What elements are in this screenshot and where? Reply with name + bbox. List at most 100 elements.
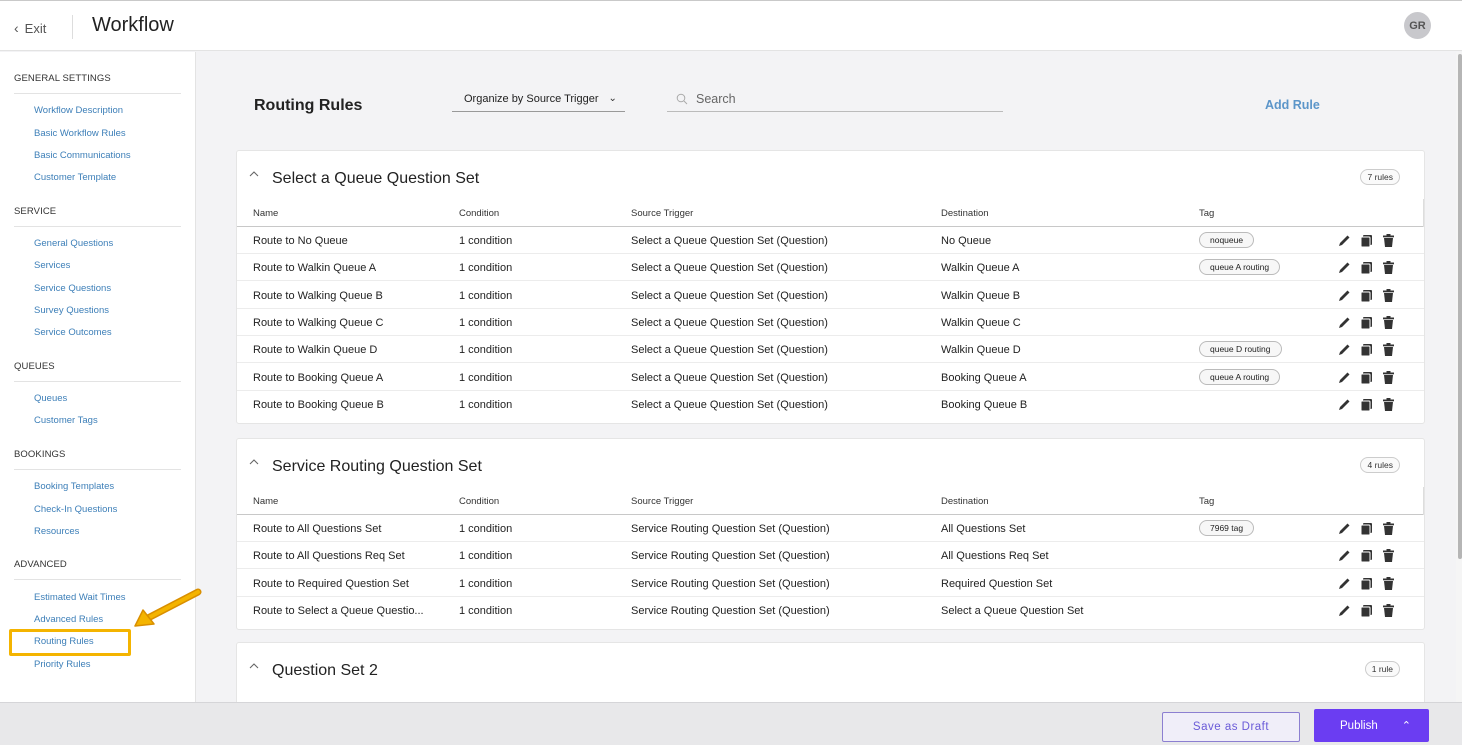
sidebar-item-service-questions[interactable]: Service Questions [34, 283, 111, 294]
trash-icon[interactable] [1381, 233, 1396, 248]
organize-label: Organize by Source Trigger [464, 93, 599, 105]
add-rule-button[interactable]: Add Rule [1265, 98, 1320, 112]
sidebar-item-customer-tags[interactable]: Customer Tags [34, 415, 98, 426]
trash-icon[interactable] [1381, 576, 1396, 591]
edit-icon[interactable] [1337, 315, 1352, 330]
edit-icon[interactable] [1337, 603, 1352, 618]
edit-icon[interactable] [1337, 260, 1352, 275]
divider [1423, 487, 1424, 515]
edit-icon[interactable] [1337, 548, 1352, 563]
edit-icon[interactable] [1337, 397, 1352, 412]
chevron-up-icon[interactable] [249, 169, 259, 179]
rule-destination: Walkin Queue A [941, 262, 1020, 275]
table-row[interactable]: Route to No Queue 1 condition Select a Q… [237, 227, 1424, 254]
trash-icon[interactable] [1381, 603, 1396, 618]
avatar[interactable]: GR [1404, 12, 1431, 39]
edit-icon[interactable] [1337, 233, 1352, 248]
copy-icon[interactable] [1359, 315, 1374, 330]
sidebar-item-survey-questions[interactable]: Survey Questions [34, 305, 109, 316]
table-row[interactable]: Route to Booking Queue B 1 condition Sel… [237, 391, 1424, 418]
table-row[interactable]: Route to Walking Queue B 1 condition Sel… [237, 282, 1424, 309]
rule-name[interactable]: Route to Walking Queue C [253, 317, 383, 329]
rule-name[interactable]: Route to All Questions Set [253, 523, 381, 535]
trash-icon[interactable] [1381, 288, 1396, 303]
copy-icon[interactable] [1359, 576, 1374, 591]
table-row[interactable]: Route to Walkin Queue A 1 condition Sele… [237, 254, 1424, 282]
sidebar-item-basic-communications[interactable]: Basic Communications [34, 150, 131, 161]
trash-icon[interactable] [1381, 342, 1396, 357]
rule-name[interactable]: Route to Select a Queue Questio... [253, 605, 424, 617]
table-row[interactable]: Route to Walking Queue C 1 condition Sel… [237, 309, 1424, 336]
chevron-up-icon[interactable]: ⌃ [1402, 719, 1411, 732]
table-row[interactable]: Route to Select a Queue Questio... 1 con… [237, 597, 1424, 624]
sidebar-heading-general: GENERAL SETTINGS [14, 73, 111, 84]
exit-button[interactable]: ‹ Exit [14, 20, 46, 36]
main-content: Routing Rules Organize by Source Trigger… [197, 52, 1456, 702]
sidebar-heading-service: SERVICE [14, 206, 57, 217]
trash-icon[interactable] [1381, 397, 1396, 412]
sidebar-item-basic-workflow-rules[interactable]: Basic Workflow Rules [34, 128, 126, 139]
search-field[interactable]: Search [667, 87, 1003, 112]
sidebar-item-services[interactable]: Services [34, 260, 70, 271]
sidebar-item-check-in-questions[interactable]: Check-In Questions [34, 504, 117, 515]
table-row[interactable]: Route to Booking Queue A 1 condition Sel… [237, 364, 1424, 391]
page-title: Workflow [92, 14, 174, 36]
trash-icon[interactable] [1381, 521, 1396, 536]
table-row[interactable]: Route to All Questions Req Set 1 conditi… [237, 542, 1424, 570]
table-row[interactable]: Route to Walkin Queue D 1 condition Sele… [237, 336, 1424, 364]
rule-name[interactable]: Route to No Queue [253, 235, 348, 247]
copy-icon[interactable] [1359, 548, 1374, 563]
column-header-source-trigger: Source Trigger [631, 208, 694, 219]
copy-icon[interactable] [1359, 521, 1374, 536]
sidebar-item-service-outcomes[interactable]: Service Outcomes [34, 327, 112, 338]
rule-name[interactable]: Route to Required Question Set [253, 578, 409, 590]
publish-button[interactable]: Publish ⌃ [1314, 709, 1429, 742]
rule-destination: All Questions Set [941, 523, 1026, 535]
search-icon [676, 93, 688, 105]
sidebar-item-general-questions[interactable]: General Questions [34, 238, 113, 249]
copy-icon[interactable] [1359, 397, 1374, 412]
edit-icon[interactable] [1337, 370, 1352, 385]
sidebar-item-advanced-rules[interactable]: Advanced Rules [34, 614, 103, 625]
rule-name[interactable]: Route to Walkin Queue A [253, 262, 376, 274]
copy-icon[interactable] [1359, 342, 1374, 357]
trash-icon[interactable] [1381, 548, 1396, 563]
table-row[interactable]: Route to Required Question Set 1 conditi… [237, 570, 1424, 597]
row-actions [1337, 233, 1396, 248]
copy-icon[interactable] [1359, 260, 1374, 275]
rule-name[interactable]: Route to All Questions Req Set [253, 550, 405, 562]
rule-name[interactable]: Route to Booking Queue A [253, 372, 383, 384]
sidebar-item-resources[interactable]: Resources [34, 526, 79, 537]
table-row[interactable]: Route to All Questions Set 1 condition S… [237, 515, 1424, 542]
trash-icon[interactable] [1381, 260, 1396, 275]
chevron-up-icon[interactable] [249, 457, 259, 467]
edit-icon[interactable] [1337, 342, 1352, 357]
trash-icon[interactable] [1381, 315, 1396, 330]
edit-icon[interactable] [1337, 576, 1352, 591]
rule-source-trigger: Select a Queue Question Set (Question) [631, 316, 828, 329]
sidebar-item-workflow-description[interactable]: Workflow Description [34, 105, 123, 116]
copy-icon[interactable] [1359, 603, 1374, 618]
scrollbar-thumb[interactable] [1458, 54, 1462, 559]
search-input[interactable]: Search [696, 92, 736, 106]
copy-icon[interactable] [1359, 370, 1374, 385]
rule-name[interactable]: Route to Booking Queue B [253, 399, 384, 411]
edit-icon[interactable] [1337, 521, 1352, 536]
save-draft-button[interactable]: Save as Draft [1162, 712, 1300, 742]
chevron-up-icon[interactable] [249, 661, 259, 671]
sidebar-item-customer-template[interactable]: Customer Template [34, 172, 116, 183]
rule-name[interactable]: Route to Walkin Queue D [253, 344, 377, 356]
copy-icon[interactable] [1359, 233, 1374, 248]
organize-dropdown[interactable]: Organize by Source Trigger ⌄ [452, 89, 625, 112]
sidebar-item-booking-templates[interactable]: Booking Templates [34, 481, 114, 492]
rule-source-trigger: Service Routing Question Set (Question) [631, 523, 830, 535]
sidebar-item-priority-rules[interactable]: Priority Rules [34, 659, 91, 670]
trash-icon[interactable] [1381, 370, 1396, 385]
sidebar-item-estimated-wait-times[interactable]: Estimated Wait Times [34, 592, 126, 603]
rule-name[interactable]: Route to Walking Queue B [253, 290, 383, 302]
sidebar-item-queues[interactable]: Queues [34, 393, 67, 404]
copy-icon[interactable] [1359, 288, 1374, 303]
divider [1423, 199, 1424, 227]
edit-icon[interactable] [1337, 288, 1352, 303]
rule-count-badge: 1 rule [1364, 661, 1400, 677]
